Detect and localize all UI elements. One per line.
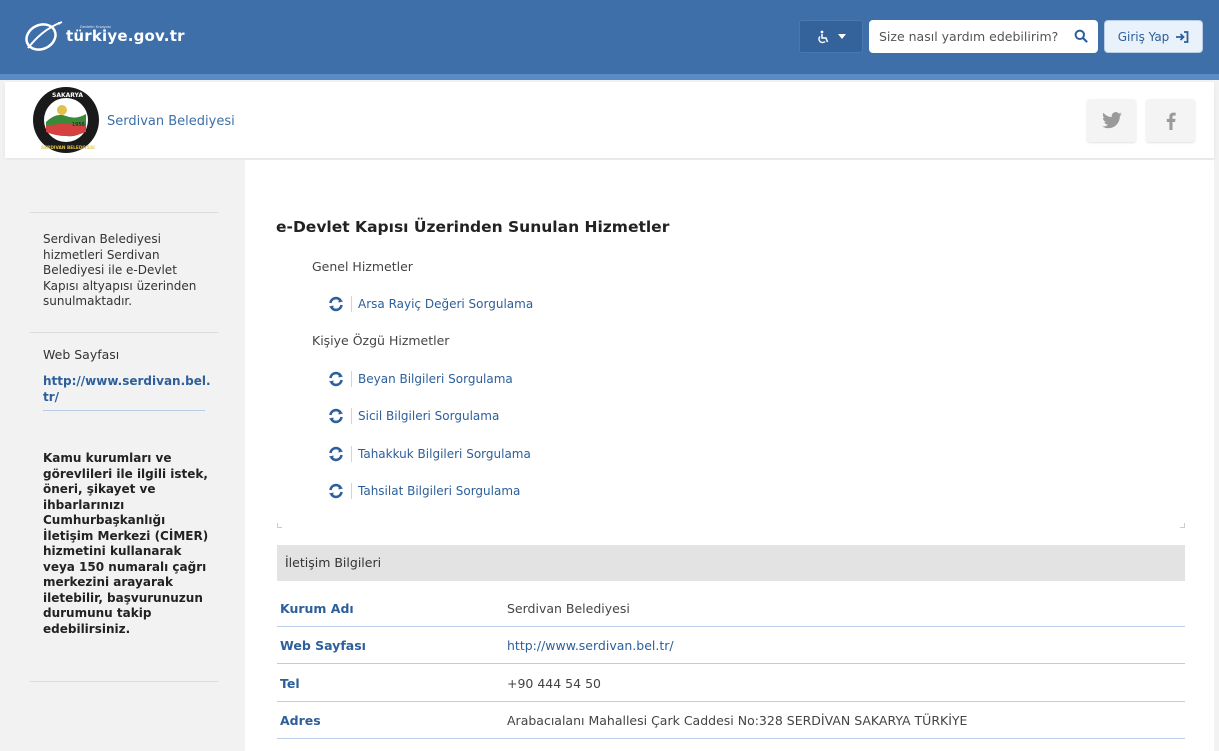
- municipality-seal-logo: 1956 SAKARYA SERDIVAN BELEDIYESI: [33, 87, 99, 153]
- contact-row-website: Web Sayfası http://www.serdivan.bel.tr/: [277, 627, 1185, 664]
- sidebar-description: Serdivan Belediyesi hizmetleri Serdivan …: [43, 232, 197, 308]
- seal-top-text: SAKARYA: [52, 92, 83, 99]
- sidebar-web-link[interactable]: http://www.serdivan.bel.tr/: [43, 373, 213, 405]
- accessibility-button[interactable]: [799, 20, 863, 53]
- contact-key: Web Sayfası: [280, 638, 366, 653]
- contact-value: Serdivan Belediyesi: [507, 601, 630, 616]
- refresh-icon: [329, 483, 343, 499]
- login-label: Giriş Yap: [1117, 29, 1170, 44]
- service-label: Beyan Bilgileri Sorgulama: [358, 372, 513, 386]
- link-separator: [351, 371, 352, 387]
- page-title: e-Devlet Kapısı Üzerinden Sunulan Hizmet…: [276, 218, 670, 236]
- top-navigation-bar: türkiye.gov.tr Devletin Kısayolu Giriş Y…: [0, 0, 1219, 80]
- logo-swoosh-icon: [25, 21, 63, 51]
- search-box[interactable]: [869, 20, 1098, 53]
- sidebar-cimer-info: Kamu kurumları ve görevlileri ile ilgili…: [43, 451, 209, 636]
- refresh-icon: [329, 371, 343, 387]
- sidebar-divider: [30, 681, 218, 682]
- sidebar-link-underline: [43, 410, 205, 411]
- contact-key: Tel: [280, 676, 300, 691]
- logo-text: türkiye.gov.tr: [66, 27, 185, 45]
- refresh-icon: [329, 446, 343, 462]
- topbar-stripe: [0, 74, 1219, 80]
- sign-in-icon: [1176, 30, 1189, 43]
- wheelchair-icon: [818, 30, 829, 43]
- service-link-sicil[interactable]: Sicil Bilgileri Sorgulama: [328, 408, 499, 424]
- contact-value: +90 444 54 50: [507, 676, 601, 691]
- service-label: Tahakkuk Bilgileri Sorgulama: [358, 447, 531, 461]
- contact-row-name: Kurum Adı Serdivan Belediyesi: [277, 590, 1185, 627]
- link-separator: [351, 446, 352, 462]
- sidebar-divider: [30, 332, 218, 333]
- service-link-tahakkuk[interactable]: Tahakkuk Bilgileri Sorgulama: [328, 446, 531, 462]
- institution-name: Serdivan Belediyesi: [107, 114, 235, 129]
- contact-info-heading: İletişim Bilgileri: [277, 545, 1185, 581]
- contact-website-link[interactable]: http://www.serdivan.bel.tr/: [507, 638, 674, 653]
- contact-row-phone: Tel +90 444 54 50: [277, 665, 1185, 702]
- contact-key: Kurum Adı: [280, 601, 354, 616]
- group-label-general: Genel Hizmetler: [312, 259, 413, 274]
- logo-subtext: Devletin Kısayolu: [80, 24, 111, 29]
- link-separator: [351, 296, 352, 312]
- sidebar-divider: [30, 212, 218, 213]
- service-label: Tahsilat Bilgileri Sorgulama: [358, 484, 521, 498]
- sidebar-web-label: Web Sayfası: [43, 347, 120, 362]
- twitter-share-button[interactable]: [1087, 99, 1136, 142]
- link-separator: [351, 408, 352, 424]
- refresh-icon: [329, 296, 343, 312]
- facebook-icon: [1166, 112, 1176, 130]
- panel-corner-right: [1180, 523, 1185, 528]
- service-link-tahsilat[interactable]: Tahsilat Bilgileri Sorgulama: [328, 483, 520, 499]
- institution-header: 1956 SAKARYA SERDIVAN BELEDIYESI Serdiva…: [5, 82, 1214, 158]
- search-input[interactable]: [879, 29, 1069, 44]
- seal-bottom-text: SERDIVAN BELEDIYESI: [41, 145, 95, 151]
- link-separator: [351, 483, 352, 499]
- search-icon[interactable]: [1074, 29, 1088, 43]
- service-link-arsa-rayic[interactable]: Arsa Rayiç Değeri Sorgulama: [328, 296, 533, 312]
- contact-row-address: Adres Arabacıalanı Mahallesi Çark Caddes…: [277, 702, 1185, 739]
- service-link-beyan[interactable]: Beyan Bilgileri Sorgulama: [328, 371, 513, 387]
- panel-corner-left: [277, 523, 282, 528]
- seal-year: 1956: [72, 122, 85, 128]
- group-label-personal: Kişiye Özgü Hizmetler: [312, 333, 450, 348]
- facebook-share-button[interactable]: [1146, 99, 1195, 142]
- service-label: Arsa Rayiç Değeri Sorgulama: [358, 297, 534, 311]
- service-label: Sicil Bilgileri Sorgulama: [358, 409, 500, 423]
- contact-value: Arabacıalanı Mahallesi Çark Caddesi No:3…: [507, 713, 968, 728]
- login-button[interactable]: Giriş Yap: [1104, 20, 1203, 53]
- contact-key: Adres: [280, 713, 321, 728]
- refresh-icon: [329, 408, 343, 424]
- chevron-down-icon: [838, 34, 846, 39]
- twitter-icon: [1101, 111, 1122, 128]
